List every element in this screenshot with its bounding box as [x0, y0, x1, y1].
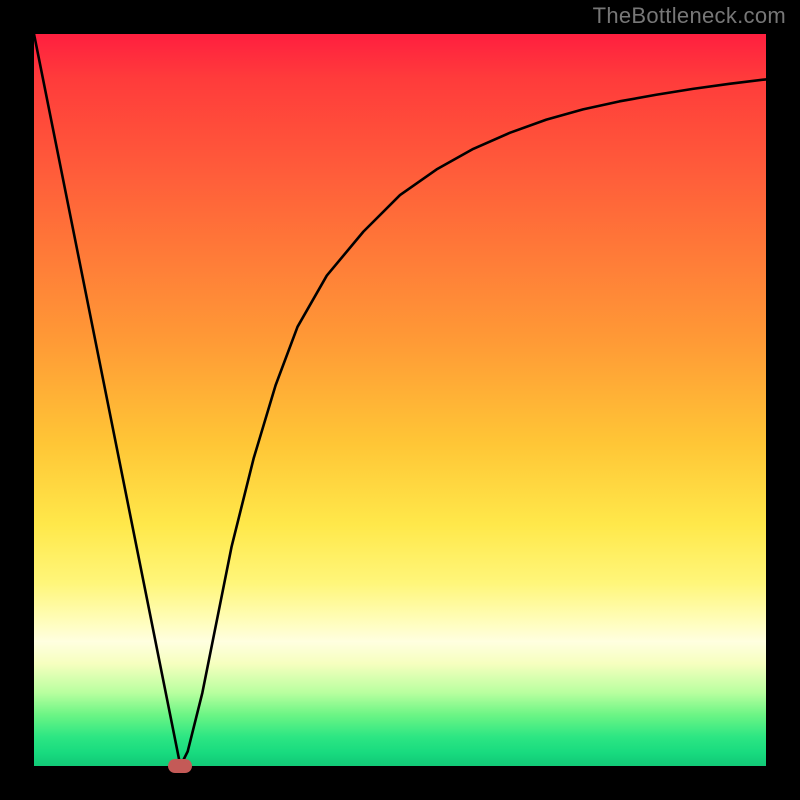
bottleneck-curve	[34, 34, 766, 766]
watermark-text: TheBottleneck.com	[593, 3, 786, 29]
curve-layer	[34, 34, 766, 766]
chart-frame: TheBottleneck.com	[0, 0, 800, 800]
plot-area	[34, 34, 766, 766]
minimum-marker	[168, 759, 192, 773]
